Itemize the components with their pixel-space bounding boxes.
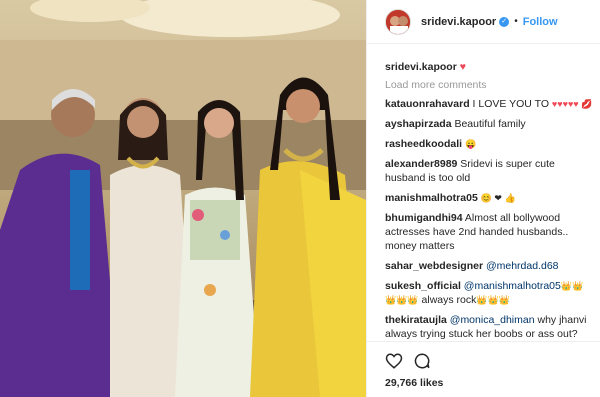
comment: thekirataujla @monica_dhiman why jhanvi …	[385, 313, 593, 341]
comment-emoji: 😛	[464, 139, 477, 149]
post-photo[interactable]	[0, 0, 366, 397]
post-side-panel: sridevi.kapoor ✓ • Follow sridevi.kapoor…	[366, 0, 600, 397]
comment-username[interactable]: manishmalhotra05	[385, 192, 478, 204]
comment-text: I LOVE YOU TO	[469, 98, 552, 110]
caption-username[interactable]: sridevi.kapoor	[385, 61, 457, 73]
avatar-image	[386, 9, 410, 34]
comment-username[interactable]: katauonrahavard	[385, 98, 470, 110]
comment-username[interactable]: sahar_webdesigner	[385, 260, 483, 272]
comment: katauonrahavard I LOVE YOU TO ♥♥♥♥♥ 💋	[385, 97, 593, 111]
likes-count[interactable]: 29,766 likes	[385, 377, 443, 389]
heart-emoji: ♥	[459, 61, 466, 73]
comment-username[interactable]: bhumigandhi94	[385, 212, 463, 224]
post-actions: 29,766 likes	[367, 341, 600, 397]
comment-emoji: 😊 ❤ 👍	[480, 193, 516, 203]
follow-button[interactable]: Follow	[523, 16, 558, 28]
comment-username[interactable]: rasheedkoodali	[385, 138, 462, 150]
comment: ayshapirzada Beautiful family	[385, 117, 593, 131]
family-photo-illustration	[0, 0, 366, 397]
comment: alexander8989 Sridevi is super cute husb…	[385, 157, 593, 185]
comment-username[interactable]: sukesh_official	[385, 280, 461, 292]
comment-mention[interactable]: @mehrdad.d68	[486, 260, 559, 272]
comments-list: sridevi.kapoor ♥ Load more comments kata…	[385, 60, 593, 347]
comment: rasheedkoodali 😛	[385, 137, 593, 151]
separator-dot: •	[514, 16, 518, 27]
heart-icon[interactable]	[385, 352, 403, 370]
comment-mention[interactable]: @manishmalhotra05	[464, 280, 561, 292]
comment-username[interactable]: thekirataujla	[385, 314, 447, 326]
caption: sridevi.kapoor ♥	[385, 60, 593, 74]
avatar[interactable]	[385, 8, 411, 35]
comment-username[interactable]: alexander8989	[385, 158, 457, 170]
comment-username[interactable]: ayshapirzada	[385, 118, 452, 130]
comment-text: always rock	[418, 294, 477, 306]
post-header: sridevi.kapoor ✓ • Follow	[367, 0, 600, 44]
comment: sukesh_official @manishmalhotra05👑👑👑👑👑 a…	[385, 279, 593, 307]
instagram-post: sridevi.kapoor ✓ • Follow sridevi.kapoor…	[0, 0, 600, 397]
comment-emoji: ♥♥♥♥♥ 💋	[551, 99, 593, 109]
comment-mention[interactable]: @monica_dhiman	[450, 314, 535, 326]
action-icons	[385, 352, 431, 370]
comment-emoji-trailing: 👑👑👑	[476, 295, 511, 305]
username-link[interactable]: sridevi.kapoor	[421, 16, 496, 28]
comment-text: Beautiful family	[451, 118, 526, 130]
comment: manishmalhotra05 😊 ❤ 👍	[385, 191, 593, 205]
comment: sahar_webdesigner @mehrdad.d68	[385, 259, 593, 273]
verified-badge-icon: ✓	[499, 16, 510, 27]
comment-icon[interactable]	[413, 352, 431, 370]
comment: bhumigandhi94 Almost all bollywood actre…	[385, 211, 593, 253]
load-more-comments-button[interactable]: Load more comments	[385, 78, 593, 92]
